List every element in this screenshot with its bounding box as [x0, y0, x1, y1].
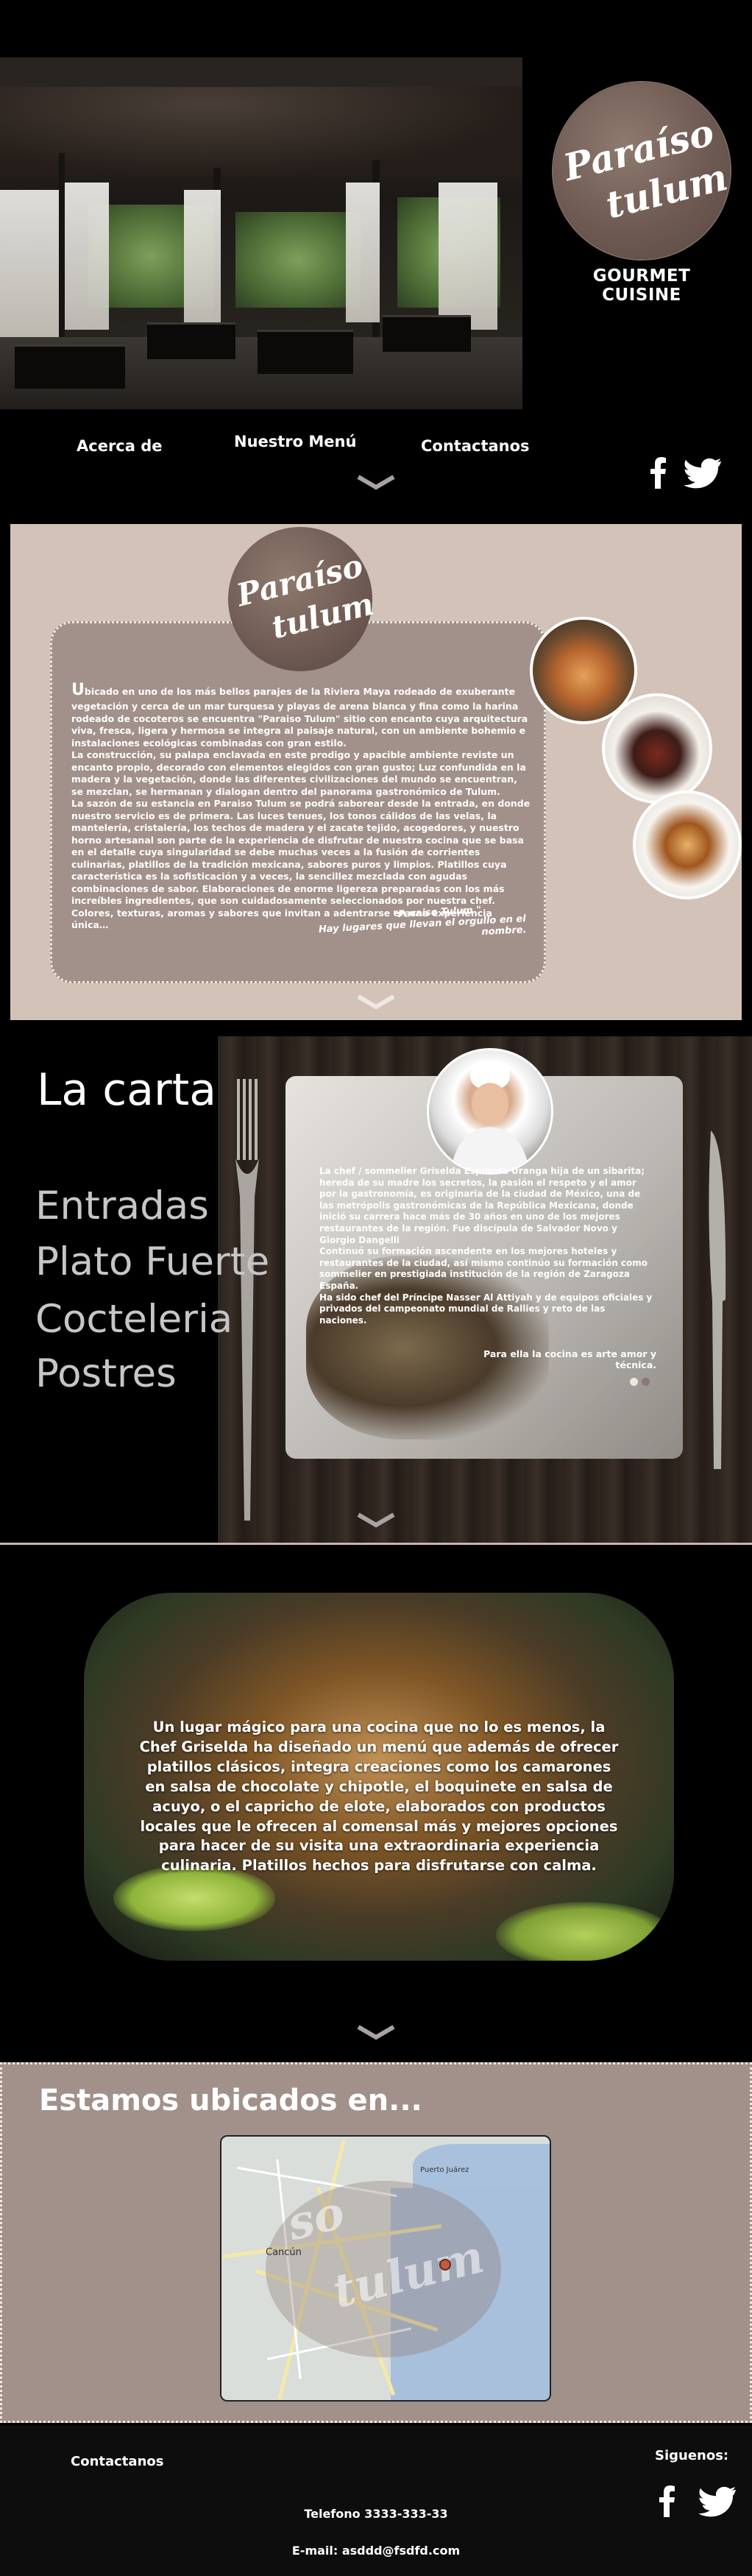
map-pin-icon[interactable]: [439, 2259, 451, 2271]
carousel-dot[interactable]: [642, 1378, 650, 1386]
chef-motto: Para ella la cocina es arte amor y técni…: [483, 1348, 656, 1370]
about-description: Ubicado en uno de los más bellos parajes…: [71, 679, 531, 932]
footer-follow-label: Siguenos:: [655, 2448, 729, 2463]
lime-slice-image: [496, 1902, 673, 1961]
brand-tagline: GOURMET CUISINE: [592, 266, 691, 305]
chef-portrait: [427, 1048, 553, 1175]
location-map[interactable]: so tulum Cancún Puerto Juárez: [220, 2135, 551, 2402]
location-title: Estamos ubicados en...: [39, 2084, 422, 2117]
about-paragraph-1: bicado en uno de los más bellos parajes …: [71, 686, 528, 749]
footer-email[interactable]: E-mail: asddd@fsdfd.com: [0, 2544, 752, 2558]
chef-bio-paragraph-2: Continuó su formación ascendente en los …: [319, 1246, 648, 1291]
map-label-city: Cancún: [266, 2247, 302, 2258]
fork-image: [233, 1079, 262, 1521]
brand-logo[interactable]: Paraíso tulum: [553, 82, 731, 259]
chef-bio-paragraph-1: La chef / sommelier Griselda Espinosa Ur…: [319, 1166, 645, 1245]
menu-item-cocteleria[interactable]: Cocteleria: [35, 1297, 233, 1342]
about-card: Ubicado en uno de los más bellos parajes…: [10, 524, 742, 1020]
facebook-icon[interactable]: [643, 455, 673, 489]
scroll-down-chevron-icon[interactable]: [354, 991, 398, 1013]
menu-section: La carta Entradas Plato Fuerte Cocteleri…: [0, 1020, 752, 1546]
about-section: Ubicado en uno de los más bellos parajes…: [0, 515, 752, 1020]
chef-bio-text: La chef / sommelier Griselda Espinosa Ur…: [319, 1166, 655, 1326]
about-drop-cap: U: [71, 681, 85, 699]
scroll-down-chevron-icon[interactable]: [354, 2021, 398, 2043]
dish-photo-dessert: [633, 790, 742, 899]
chef-bio-paragraph-3: Ha sido chef del Príncipe Nasser Al Atti…: [319, 1292, 653, 1326]
menu-item-entradas[interactable]: Entradas: [35, 1183, 209, 1228]
promo-food-photo: Un lugar mágico para una cocina que no l…: [84, 1593, 674, 1961]
promo-text: Un lugar mágico para una cocina que no l…: [139, 1719, 619, 1875]
menu-item-plato-fuerte[interactable]: Plato Fuerte: [35, 1239, 269, 1284]
about-paragraph-2: La construcción, su palapa enclavada en …: [71, 749, 526, 797]
promo-section: Un lugar mágico para una cocina que no l…: [0, 1546, 752, 2061]
menu-item-postres[interactable]: Postres: [35, 1351, 177, 1396]
hero-section: Paraíso tulum GOURMET CUISINE Acerca de …: [0, 0, 752, 515]
about-brand-logo: Paraíso tulum: [228, 527, 377, 671]
menu-title: La carta: [37, 1064, 216, 1116]
scroll-down-chevron-icon[interactable]: [354, 1509, 398, 1531]
twitter-icon[interactable]: [684, 458, 721, 492]
about-text-panel: Ubicado en uno de los más bellos parajes…: [50, 621, 546, 983]
nav-link-contact[interactable]: Contactanos: [421, 437, 530, 455]
footer-contact-link[interactable]: Contactanos: [71, 2454, 163, 2469]
chef-bio: La chef / sommelier Griselda Espinosa Ur…: [319, 1166, 665, 1387]
section-divider: [0, 1543, 752, 1545]
location-card: Estamos ubicados en... so tulum Cancún P…: [0, 2062, 752, 2423]
scroll-down-chevron-icon[interactable]: [354, 471, 398, 493]
knife-image: [705, 1130, 730, 1469]
hero-restaurant-photo: [0, 57, 522, 409]
footer-phone: Telefono 3333-333-33: [304, 2507, 448, 2521]
footer: Contactanos Siguenos: Telefono 3333-333-…: [0, 2426, 752, 2576]
location-section: Estamos ubicados en... so tulum Cancún P…: [0, 2061, 752, 2426]
nav-link-menu[interactable]: Nuestro Menú: [234, 433, 356, 450]
carousel-dot-active[interactable]: [630, 1378, 638, 1386]
map-label-port: Puerto Juárez: [420, 2166, 469, 2174]
nav-link-about[interactable]: Acerca de: [77, 437, 163, 455]
dish-photo-plated: [602, 693, 712, 804]
